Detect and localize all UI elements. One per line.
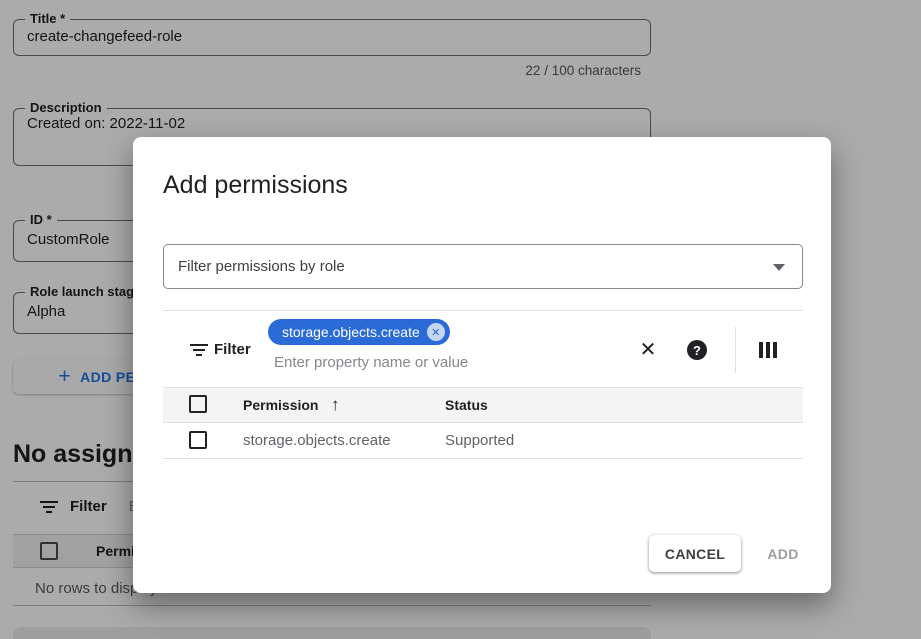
role-select-value: Filter permissions by role (178, 258, 345, 275)
screen: Title * create-changefeed-role 22 / 100 … (0, 0, 921, 639)
filter-input[interactable]: Enter property name or value (274, 354, 468, 371)
add-button[interactable]: ADD (753, 535, 813, 572)
row-checkbox[interactable] (189, 431, 207, 449)
clear-filters-icon[interactable]: ✕ (635, 336, 661, 362)
permission-column-header[interactable]: Permission (243, 397, 318, 413)
permission-cell: storage.objects.create (243, 432, 391, 449)
help-icon[interactable]: ? (687, 340, 707, 360)
filter-chip-label: storage.objects.create (282, 324, 420, 340)
filter-permissions-by-role-select[interactable]: Filter permissions by role (163, 244, 803, 289)
table-row[interactable]: storage.objects.create Supported (163, 423, 803, 459)
filter-label: Filter (214, 341, 251, 358)
status-cell: Supported (445, 432, 514, 449)
column-display-icon[interactable] (759, 342, 777, 358)
cancel-button[interactable]: CANCEL (649, 535, 741, 572)
toolbar-divider (735, 327, 736, 373)
filter-icon (190, 344, 208, 356)
permissions-table-header: Permission ↑ Status (163, 388, 803, 423)
chip-remove-icon[interactable]: ✕ (427, 323, 445, 341)
select-all-checkbox[interactable] (189, 395, 207, 413)
add-permissions-dialog: Add permissions Filter permissions by ro… (133, 137, 831, 593)
chevron-down-icon (773, 264, 785, 271)
dialog-title: Add permissions (163, 171, 348, 200)
sort-ascending-icon[interactable]: ↑ (331, 395, 340, 415)
filter-chip[interactable]: storage.objects.create ✕ (268, 319, 450, 345)
status-column-header[interactable]: Status (445, 397, 488, 413)
permissions-filter-toolbar: Filter storage.objects.create ✕ Enter pr… (163, 310, 803, 388)
